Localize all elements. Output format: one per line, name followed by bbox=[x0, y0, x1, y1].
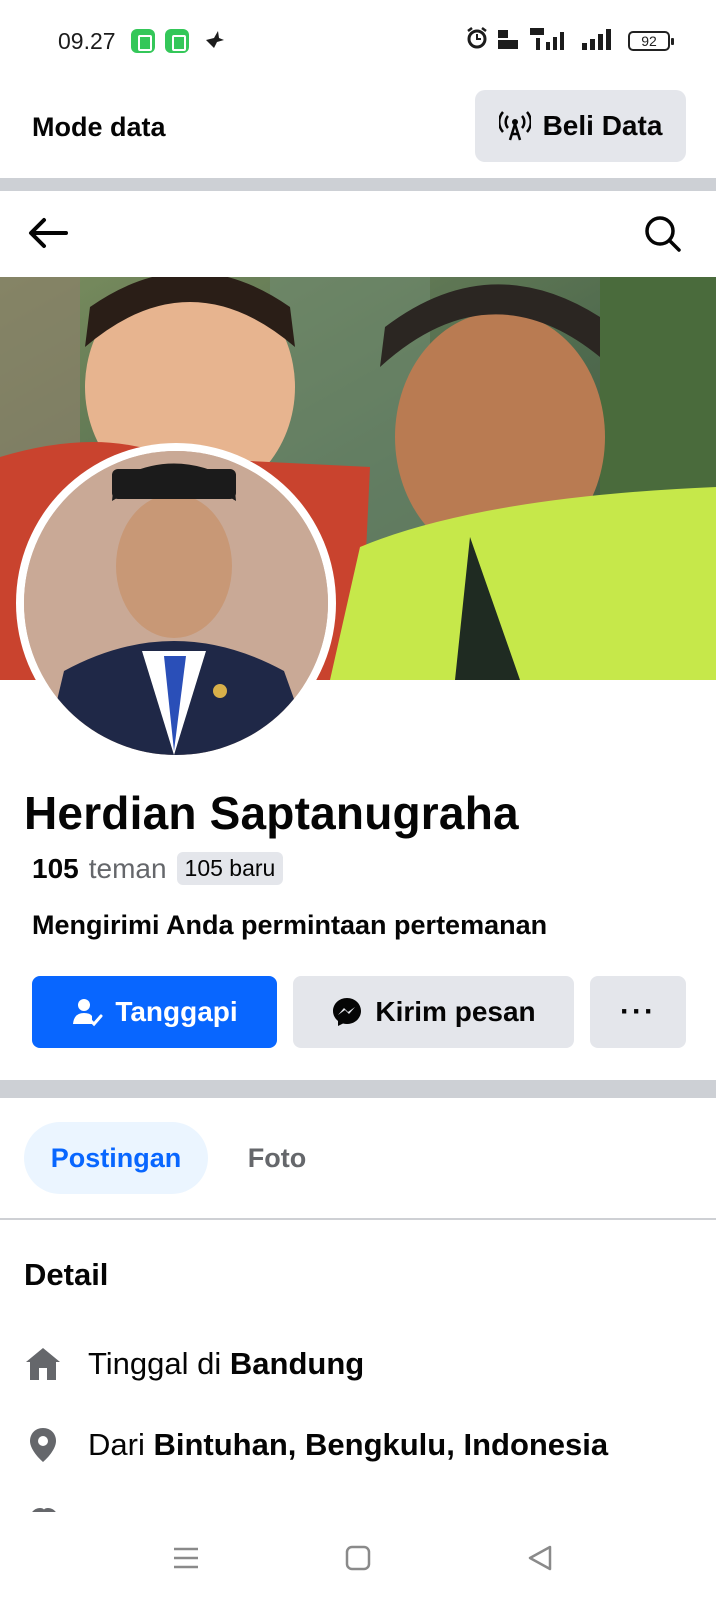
send-message-button[interactable]: Kirim pesan bbox=[293, 976, 574, 1048]
recent-apps-button[interactable] bbox=[166, 1538, 206, 1578]
system-navigation-bar bbox=[0, 1512, 716, 1600]
more-options-button[interactable]: ··· bbox=[590, 976, 686, 1048]
respond-button[interactable]: Tanggapi bbox=[32, 976, 277, 1048]
triangle-back-icon bbox=[528, 1545, 552, 1571]
from-prefix: Dari bbox=[88, 1427, 145, 1462]
friend-label: teman bbox=[88, 852, 167, 884]
search-icon bbox=[645, 216, 681, 252]
buy-data-button[interactable]: Beli Data bbox=[475, 90, 686, 162]
respond-label: Tanggapi bbox=[115, 996, 238, 1027]
tab-photos[interactable]: Foto bbox=[230, 1122, 324, 1194]
lives-in-prefix: Tinggal di bbox=[88, 1346, 222, 1381]
lives-in-value[interactable]: Bandung bbox=[230, 1346, 364, 1381]
notification-app-icon bbox=[165, 29, 189, 53]
from-value[interactable]: Bintuhan, Bengkulu, Indonesia bbox=[153, 1427, 608, 1462]
section-divider bbox=[0, 178, 716, 191]
search-button[interactable] bbox=[640, 211, 686, 257]
profile-name: Herdian Saptanugraha bbox=[24, 787, 519, 839]
alarm-icon bbox=[467, 27, 487, 49]
signal-strength-icon bbox=[582, 29, 611, 50]
detail-lives-in: Tinggal di Bandung bbox=[24, 1345, 364, 1383]
tabs-divider bbox=[0, 1218, 716, 1220]
location-pin-icon bbox=[24, 1426, 62, 1464]
bird-icon bbox=[206, 31, 224, 48]
home-button[interactable] bbox=[338, 1538, 378, 1578]
data-mode-bar: Mode data Beli Data bbox=[0, 80, 716, 175]
square-icon bbox=[345, 1545, 371, 1571]
section-divider bbox=[0, 1080, 716, 1098]
more-options-label: ··· bbox=[620, 995, 656, 1028]
status-bar: 09.27 92 bbox=[0, 0, 716, 80]
profile-nav-bar bbox=[0, 191, 716, 277]
detail-from: Dari Bintuhan, Bengkulu, Indonesia bbox=[24, 1426, 608, 1464]
profile-picture[interactable] bbox=[16, 443, 336, 763]
arrow-left-icon bbox=[29, 218, 68, 248]
friend-request-text: Mengirimi Anda permintaan pertemanan bbox=[32, 910, 548, 940]
battery-indicator: 92 bbox=[628, 31, 674, 51]
system-back-button[interactable] bbox=[520, 1538, 560, 1578]
broadcast-tower-icon bbox=[498, 111, 531, 141]
home-icon bbox=[24, 1345, 62, 1383]
messenger-icon bbox=[333, 998, 362, 1026]
signal-4g-icon bbox=[530, 28, 564, 50]
data-mode-label: Mode data bbox=[32, 112, 166, 142]
menu-lines-icon bbox=[174, 1547, 198, 1569]
details-heading: Detail bbox=[24, 1257, 109, 1292]
status-time: 09.27 bbox=[58, 28, 116, 54]
profile-picture-image bbox=[24, 451, 328, 755]
back-button[interactable] bbox=[24, 211, 72, 255]
friend-count-row[interactable]: 105 teman 105 baru bbox=[32, 852, 284, 885]
buy-data-label: Beli Data bbox=[542, 110, 663, 141]
volte-icon bbox=[498, 30, 518, 49]
tab-posts[interactable]: Postingan bbox=[24, 1122, 208, 1194]
notification-app-icon bbox=[131, 29, 155, 53]
send-message-label: Kirim pesan bbox=[375, 996, 536, 1027]
new-friends-badge: 105 baru bbox=[176, 852, 284, 885]
person-check-icon bbox=[73, 999, 103, 1027]
friend-count: 105 bbox=[32, 852, 79, 884]
